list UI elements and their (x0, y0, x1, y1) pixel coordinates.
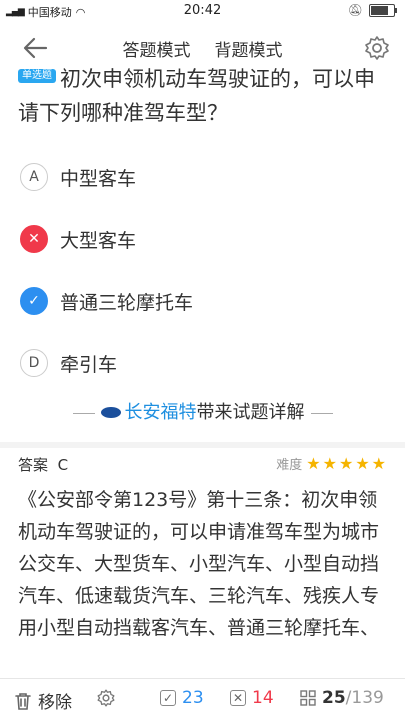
explanation-text: 《公安部令第123号》第十三条：初次申领机动车驾驶证的，可以申请准驾车型为城市公… (18, 489, 380, 639)
sponsor-brand: 长安福特 (124, 402, 197, 423)
answer-value: C (57, 456, 69, 474)
difficulty-label: 难度 (276, 458, 303, 473)
wrong-count[interactable]: ✕ 14 (230, 688, 274, 708)
status-right: 🔕︎ (347, 3, 397, 17)
mode-tabs: 答题模式 背题模式 (123, 36, 283, 61)
star-rating-icon: ★★★★★ (306, 454, 388, 473)
question-text-block: 单选题 初次申领机动车驾驶证的，可以申请下列哪种准驾车型？ (18, 62, 393, 130)
wrong-count-value: 14 (252, 688, 274, 708)
mute-bell-icon: 🔕︎ (347, 3, 363, 17)
gear-icon (97, 689, 115, 707)
question-type-tag: 单选题 (18, 69, 56, 83)
correct-count[interactable]: ✓ 23 (160, 688, 204, 708)
question-progress[interactable]: 25/139 (300, 688, 384, 708)
option-a[interactable]: A 中型客车 (20, 146, 390, 208)
remove-label: 移除 (38, 693, 72, 713)
total-questions: /139 (345, 688, 384, 708)
option-a-badge: A (20, 163, 48, 191)
back-arrow-icon[interactable] (20, 32, 52, 64)
question-text: 初次申领机动车驾驶证的，可以申请下列哪种准驾车型？ (18, 67, 375, 125)
tab-answer-mode[interactable]: 答题模式 (123, 36, 191, 61)
gear-icon[interactable] (363, 34, 391, 62)
remove-button[interactable]: 移除 (14, 688, 72, 713)
ford-logo-icon (100, 406, 121, 418)
divider-line (310, 412, 333, 414)
option-b[interactable]: ✕ 大型客车 (20, 208, 390, 270)
divider-line (72, 412, 95, 414)
bottom-bar: 移除 ✓ 23 ✕ 14 25/139 (0, 678, 405, 721)
sponsor-banner[interactable]: 长安福特带来试题详解 (0, 398, 405, 424)
correct-check-icon: ✓ (20, 287, 48, 315)
trash-icon (15, 692, 31, 710)
answer-label: 答案 C (18, 456, 69, 474)
settings-button[interactable] (96, 688, 116, 708)
option-b-text: 大型客车 (60, 229, 137, 252)
section-divider (0, 442, 405, 448)
tab-recite-mode[interactable]: 背题模式 (215, 36, 283, 61)
option-a-text: 中型客车 (60, 167, 137, 190)
option-d[interactable]: D 牵引车 (20, 332, 390, 394)
correct-count-value: 23 (182, 688, 204, 708)
grid-icon (300, 690, 316, 706)
current-question: 25 (322, 688, 346, 708)
status-bar: ▂▄▆ 中国移动 ◠ 20:42 🔕︎ (0, 0, 405, 22)
checkbox-check-icon: ✓ (160, 690, 176, 706)
checkbox-x-icon: ✕ (230, 690, 246, 706)
clock: 20:42 (183, 3, 222, 18)
battery-icon (369, 3, 397, 17)
option-c-text: 普通三轮摩托车 (60, 291, 194, 314)
difficulty-rating: 难度 ★★★★★ (276, 454, 388, 473)
wrong-x-icon: ✕ (20, 225, 48, 253)
answer-row: 答案 C 难度 ★★★★★ (18, 452, 388, 476)
option-d-text: 牵引车 (60, 353, 118, 376)
sponsor-suffix: 带来试题详解 (196, 402, 305, 423)
option-d-badge: D (20, 349, 48, 377)
option-c[interactable]: ✓ 普通三轮摩托车 (20, 270, 390, 332)
options-list: A 中型客车 ✕ 大型客车 ✓ 普通三轮摩托车 D 牵引车 (20, 146, 390, 394)
